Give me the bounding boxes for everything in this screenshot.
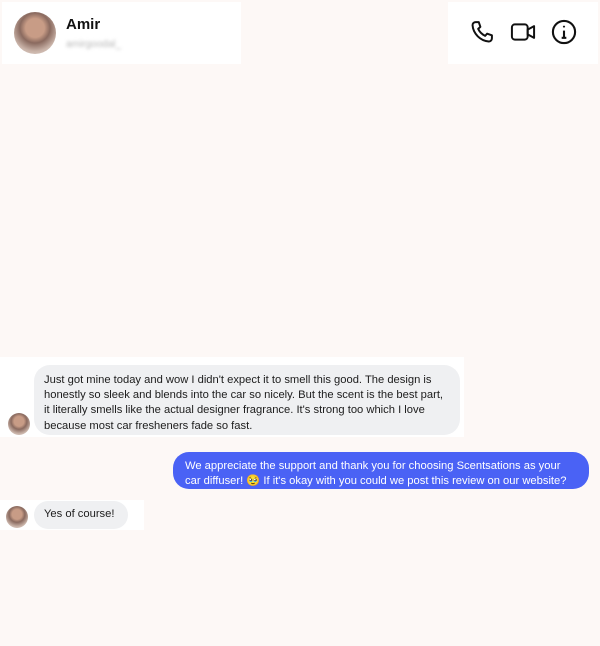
conversation-header: Amir amirgoodal_ [2,2,241,64]
contact-avatar[interactable] [14,12,56,54]
video-call-icon[interactable] [509,18,537,46]
outgoing-message-bubble[interactable]: We appreciate the support and thank you … [173,452,589,489]
header-actions [448,2,598,64]
incoming-message-bubble[interactable]: Just got mine today and wow I didn't exp… [34,365,460,435]
contact-name[interactable]: Amir [66,16,100,33]
sender-avatar [6,506,28,528]
incoming-message-bubble[interactable]: Yes of course! [34,501,128,529]
info-icon[interactable] [550,18,578,46]
contact-username: amirgoodal_ [66,39,122,50]
phone-icon[interactable] [468,18,496,46]
sender-avatar [8,413,30,435]
